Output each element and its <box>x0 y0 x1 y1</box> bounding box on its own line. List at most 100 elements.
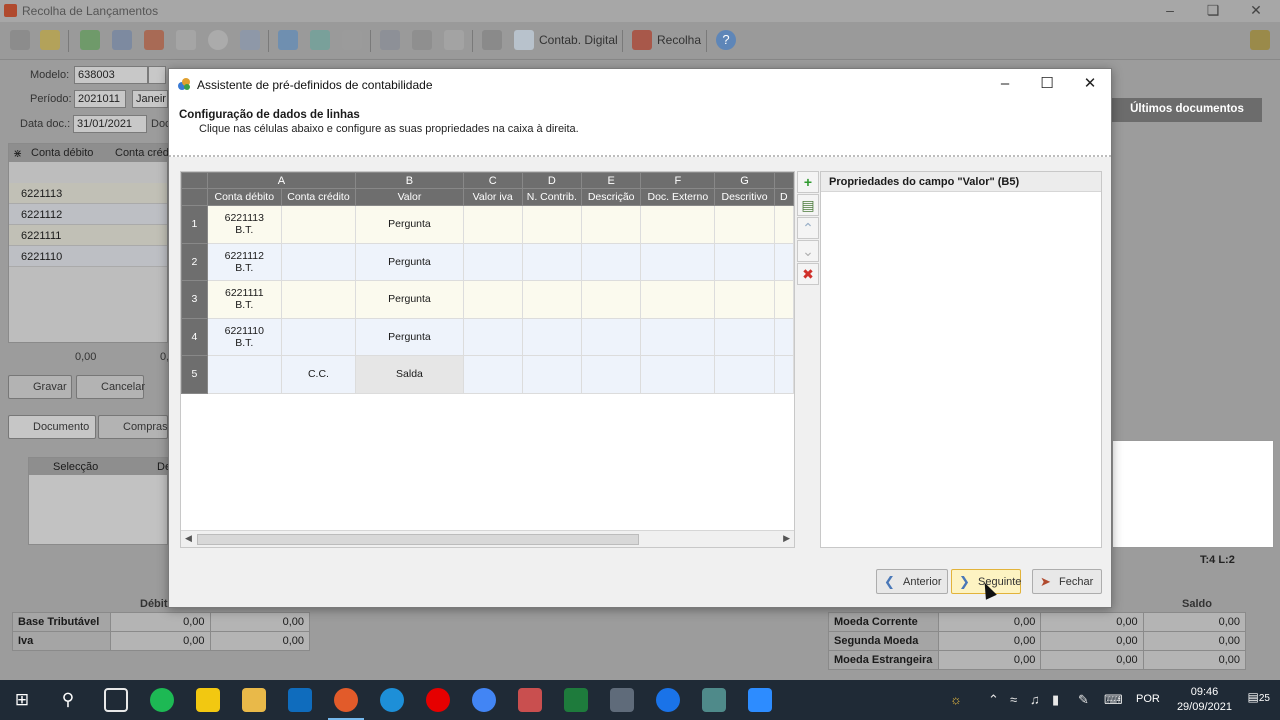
cell-n-contrib[interactable] <box>521 355 583 394</box>
cell-conta-debito[interactable]: 6221112 B.T. <box>206 242 282 281</box>
recolha-icon[interactable] <box>632 30 652 50</box>
cell-valor-iva[interactable] <box>462 355 523 394</box>
spotify-icon[interactable] <box>150 688 174 712</box>
import-icon[interactable] <box>144 30 164 50</box>
dialog-close-icon[interactable]: ✕ <box>1068 73 1112 97</box>
cell-doc-externo[interactable] <box>640 355 716 394</box>
export-icon[interactable] <box>412 30 432 50</box>
help-icon[interactable]: ? <box>716 30 736 50</box>
skype-icon[interactable] <box>380 688 404 712</box>
cut-icon[interactable] <box>10 30 30 50</box>
teamviewer-icon[interactable] <box>656 688 680 712</box>
cell-descritivo[interactable] <box>714 242 775 281</box>
paste-icon[interactable] <box>40 30 60 50</box>
horizontal-scrollbar[interactable]: ◀ ▶ <box>181 530 794 547</box>
cell-valor-iva[interactable] <box>462 280 523 319</box>
cell-conta-credito[interactable] <box>280 242 357 281</box>
zoom-icon[interactable] <box>748 688 772 712</box>
scroll-right-icon[interactable]: ▶ <box>783 533 790 544</box>
paint-icon[interactable] <box>518 688 542 712</box>
copy-icon[interactable] <box>176 30 196 50</box>
col-valor[interactable]: Valor <box>355 188 464 206</box>
notifications-badge[interactable]: ▤25 <box>1248 690 1270 704</box>
delete-row-icon[interactable]: ✖ <box>797 263 819 285</box>
download-icon[interactable] <box>278 30 298 50</box>
cell-descritivo[interactable] <box>714 355 775 394</box>
col-letter-e[interactable]: E <box>581 172 642 189</box>
refresh-icon[interactable] <box>310 30 330 50</box>
tools-icon[interactable] <box>380 30 400 50</box>
ultimos-documentos-header[interactable]: Últimos documentos <box>1112 98 1262 122</box>
minimize-icon[interactable]: – <box>1150 2 1190 18</box>
cell-conta-debito[interactable] <box>206 355 282 394</box>
cell-valor[interactable]: Pergunta <box>355 317 464 356</box>
col-letter-d[interactable]: D <box>521 172 583 189</box>
col-letter-a[interactable]: A <box>206 172 357 189</box>
cell-doc-externo[interactable] <box>640 280 716 319</box>
dialog-maximize-icon[interactable]: ☐ <box>1025 73 1069 97</box>
cell-descricao[interactable] <box>581 355 642 394</box>
wifi-icon[interactable]: ≈ <box>1010 692 1017 707</box>
network-app-icon[interactable] <box>702 688 726 712</box>
col-conta-credito[interactable]: Conta crédito <box>280 188 357 206</box>
active-app-icon[interactable] <box>334 688 358 712</box>
contab-digital-button[interactable]: Contab. Digital <box>539 33 618 47</box>
cell-descritivo[interactable] <box>714 280 775 319</box>
datadoc-input[interactable]: 31/01/2021 <box>73 115 147 133</box>
restore-icon[interactable]: ❏ <box>1193 2 1233 19</box>
anterior-button[interactable]: ❮ Anterior <box>876 569 948 594</box>
move-up-icon[interactable]: ⌃ <box>797 217 819 239</box>
cell-valor[interactable]: Pergunta <box>355 205 464 244</box>
users-icon[interactable] <box>112 30 132 50</box>
cell-d[interactable] <box>773 205 794 244</box>
table-row[interactable]: 6221110 <box>9 246 167 267</box>
modelo-input[interactable]: 638003 <box>74 66 148 84</box>
col-letter-g[interactable]: G <box>714 172 775 189</box>
search-icon[interactable]: ⚲ <box>56 688 80 712</box>
row-number[interactable]: 4 <box>181 317 208 356</box>
cell-valor-iva[interactable] <box>462 205 523 244</box>
cell-conta-credito[interactable] <box>280 205 357 244</box>
cell-n-contrib[interactable] <box>521 317 583 356</box>
dialog-minimize-icon[interactable]: – <box>983 73 1027 97</box>
table-row[interactable]: 6221113 <box>9 183 167 204</box>
keyboard-icon[interactable]: ⌨ <box>1104 692 1123 708</box>
cell-conta-credito[interactable]: C.C. <box>280 355 357 394</box>
file-explorer-icon[interactable] <box>242 688 266 712</box>
col-valor-iva[interactable]: Valor iva <box>462 188 523 206</box>
cell-d[interactable] <box>773 355 794 394</box>
cell-descricao[interactable] <box>581 205 642 244</box>
volume-icon[interactable]: ♫ <box>1030 692 1040 707</box>
cell-valor-iva[interactable] <box>462 242 523 281</box>
periodo-input[interactable]: 2021011 <box>74 90 126 108</box>
col-descritivo[interactable]: Descritivo <box>714 188 775 206</box>
cell-descricao[interactable] <box>581 317 642 356</box>
cancelar-button[interactable]: Cancelar <box>76 375 145 399</box>
add-row-icon[interactable]: + <box>797 171 819 193</box>
tab-compras[interactable]: Compras <box>98 415 168 439</box>
cell-d[interactable] <box>773 280 794 319</box>
cell-n-contrib[interactable] <box>521 242 583 281</box>
cell-n-contrib[interactable] <box>521 205 583 244</box>
table-row[interactable]: 6221111 <box>9 225 167 246</box>
col-descricao[interactable]: Descrição <box>581 188 642 206</box>
cell-descricao[interactable] <box>581 280 642 319</box>
contab-digital-icon[interactable] <box>514 30 534 50</box>
cell-descritivo[interactable] <box>714 317 775 356</box>
col-conta-debito[interactable]: Conta débito <box>206 188 282 206</box>
recolha-button[interactable]: Recolha <box>657 33 701 47</box>
row-number[interactable]: 5 <box>181 355 208 394</box>
chrome-icon[interactable] <box>472 688 496 712</box>
move-down-icon[interactable]: ⌄ <box>797 240 819 262</box>
settings-doc-icon[interactable] <box>240 30 260 50</box>
pen-icon[interactable]: ✎ <box>1078 692 1089 708</box>
row-number[interactable]: 2 <box>181 242 208 281</box>
close-icon[interactable]: ✕ <box>1236 2 1276 19</box>
sticky-notes-icon[interactable] <box>196 688 220 712</box>
outlook-icon[interactable] <box>288 688 312 712</box>
cell-descritivo[interactable] <box>714 205 775 244</box>
disabled-circle-icon[interactable] <box>208 30 228 50</box>
cell-valor[interactable]: Pergunta <box>355 280 464 319</box>
col-d[interactable]: D <box>773 188 794 206</box>
cell-conta-credito[interactable] <box>280 280 357 319</box>
